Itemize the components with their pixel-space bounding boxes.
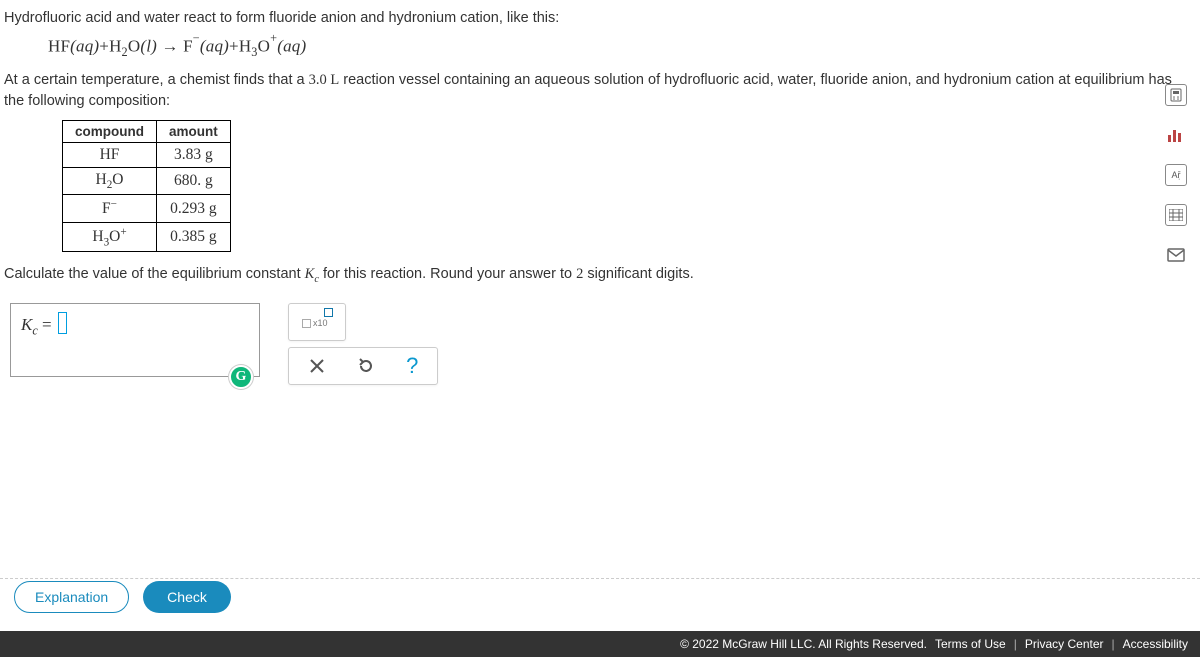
calc-post: for this reaction. Round your answer to [319,266,576,282]
reactant-o: O [128,37,140,56]
chart-icon[interactable] [1165,124,1187,146]
separator: | [1014,637,1017,651]
product-f: F [183,37,193,56]
answer-input[interactable]: Kc = G [10,303,260,377]
context-pre: At a certain temperature, a chemist find… [4,72,309,88]
reset-button[interactable] [357,357,375,375]
calc-prompt: Calculate the value of the equilibrium c… [4,266,1190,285]
input-cursor[interactable] [58,312,67,334]
state-l: (l) [140,37,157,56]
sup-plus: + [270,31,277,45]
problem-intro: Hydrofluoric acid and water react to for… [4,8,1190,28]
table-row: F− 0.293 g [63,195,231,222]
product-h: H [239,37,251,56]
calc-end: significant digits. [583,266,693,282]
problem-context: At a certain temperature, a chemist find… [4,70,1190,112]
calculator-icon[interactable] [1165,84,1187,106]
atomic-mass-icon[interactable]: Aṝ [1165,164,1187,186]
col-amount: amount [157,121,231,143]
equals-sign: = [38,315,56,334]
col-compound: compound [63,121,157,143]
cell-amount: 0.293 g [157,195,231,222]
explanation-button[interactable]: Explanation [14,581,129,613]
plus-sign-2: + [229,37,239,56]
cell-amount: 680. g [157,168,231,195]
cell-compound: HF [63,143,157,168]
scientific-notation-button[interactable]: x10 [288,303,346,341]
cell-compound: F− [63,195,157,222]
table-header-row: compound amount [63,121,231,143]
table-row: HF 3.83 g [63,143,231,168]
reactant-h: H [109,37,121,56]
product-o: O [258,37,270,56]
cell-amount: 0.385 g [157,222,231,251]
cell-compound: H2O [63,168,157,195]
mail-icon[interactable] [1165,244,1187,266]
state-aq: (aq) [70,37,99,56]
sup-minus: − [193,31,200,45]
accessibility-link[interactable]: Accessibility [1123,637,1188,651]
check-button[interactable]: Check [143,581,231,613]
cell-compound: H3O+ [63,222,157,251]
reactant-hf: HF [48,37,70,56]
table-row: H2O 680. g [63,168,231,195]
volume-value: 3.0 L [309,72,340,88]
separator: | [1112,637,1115,651]
plus-sign: + [99,37,109,56]
terms-link[interactable]: Terms of Use [935,637,1006,651]
tool-rail: Aṝ [1162,84,1190,266]
arrow-icon: → [161,37,178,56]
section-divider [0,578,1200,579]
cell-amount: 3.83 g [157,143,231,168]
help-button[interactable]: ? [406,353,418,379]
sci-notation-icon: x10 [302,310,332,334]
copyright-text: © 2022 McGraw Hill LLC. All Rights Reser… [680,637,927,651]
composition-table: compound amount HF 3.83 g H2O 680. g F− … [62,120,231,252]
periodic-table-icon[interactable] [1165,204,1187,226]
state-aq3: (aq) [277,37,306,56]
kc-k: K [21,315,32,334]
grammarly-icon[interactable]: G [229,365,253,389]
state-aq2: (aq) [200,37,229,56]
reaction-equation: HF(aq)+H2O(l) → F−(aq)+H3O+(aq) [48,34,1190,60]
clear-button[interactable] [308,357,326,375]
table-row: H3O+ 0.385 g [63,222,231,251]
privacy-link[interactable]: Privacy Center [1025,637,1104,651]
footer-bar: © 2022 McGraw Hill LLC. All Rights Reser… [0,631,1200,657]
calc-pre: Calculate the value of the equilibrium c… [4,266,305,282]
